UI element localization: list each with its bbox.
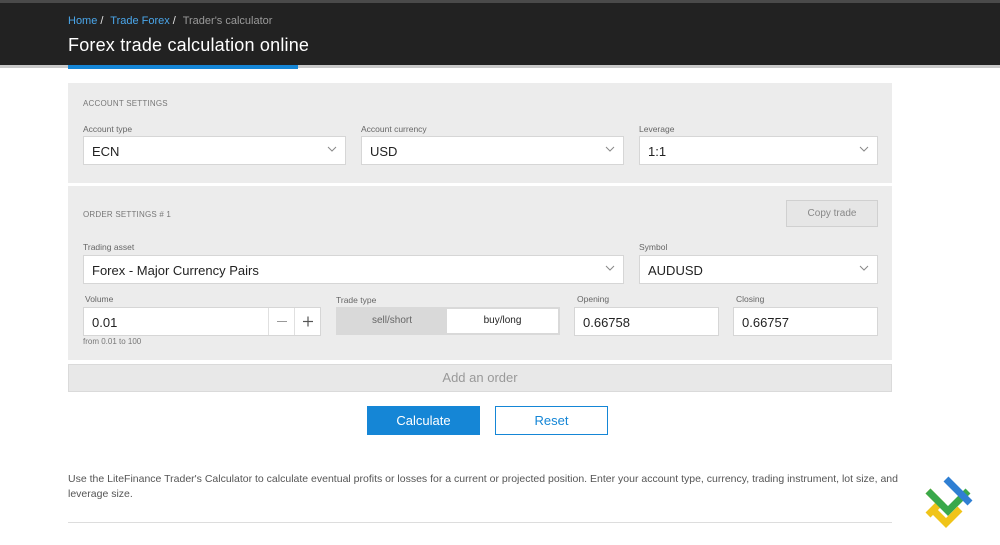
title-underline bbox=[68, 65, 298, 69]
symbol-label: Symbol bbox=[639, 242, 668, 252]
closing-price-field[interactable]: 0.66757 bbox=[733, 307, 878, 336]
breadcrumb-current: Trader's calculator bbox=[182, 15, 273, 27]
leverage-select[interactable]: 1:1 bbox=[639, 136, 878, 165]
chevron-down-icon bbox=[605, 146, 615, 152]
calculate-button[interactable]: Calculate bbox=[367, 406, 480, 435]
litefinance-logo-icon bbox=[925, 476, 973, 528]
closing-price-value: 0.66757 bbox=[742, 315, 789, 330]
leverage-label: Leverage bbox=[639, 124, 675, 134]
breadcrumb: Home / Trade Forex / Trader's calculator bbox=[68, 15, 272, 27]
buy-long-option[interactable]: buy/long bbox=[447, 309, 558, 333]
footer-divider bbox=[68, 522, 892, 523]
account-currency-select[interactable]: USD bbox=[361, 136, 624, 165]
volume-decrement-button[interactable] bbox=[268, 308, 294, 335]
page-title: Forex trade calculation online bbox=[68, 35, 310, 55]
order-settings-heading: ORDER SETTINGS # 1 bbox=[83, 210, 172, 219]
chevron-down-icon bbox=[859, 146, 869, 152]
chevron-down-icon bbox=[605, 265, 615, 271]
volume-stepper: 0.01 bbox=[83, 307, 321, 336]
trading-asset-select[interactable]: Forex - Major Currency Pairs bbox=[83, 255, 624, 284]
account-type-value: ECN bbox=[92, 144, 120, 159]
opening-price-field[interactable]: 0.66758 bbox=[574, 307, 719, 336]
symbol-value: AUDUSD bbox=[648, 263, 703, 278]
account-settings-heading: ACCOUNT SETTINGS bbox=[83, 99, 168, 108]
chevron-down-icon bbox=[327, 146, 337, 152]
breadcrumb-trade-forex-link[interactable]: Trade Forex bbox=[110, 15, 170, 27]
volume-input[interactable]: 0.01 bbox=[92, 315, 117, 330]
calculator-description: Use the LiteFinance Trader's Calculator … bbox=[68, 473, 898, 500]
breadcrumb-separator: / bbox=[100, 15, 104, 27]
page-header: Home / Trade Forex / Trader's calculator F… bbox=[0, 0, 1000, 67]
minus-icon bbox=[277, 321, 287, 322]
account-currency-label: Account currency bbox=[361, 124, 427, 134]
trade-type-toggle: sell/short buy/long bbox=[336, 307, 560, 335]
sell-short-option[interactable]: sell/short bbox=[336, 307, 448, 335]
chevron-down-icon bbox=[859, 265, 869, 271]
reset-button[interactable]: Reset bbox=[495, 406, 608, 435]
account-type-select[interactable]: ECN bbox=[83, 136, 346, 165]
account-settings-panel bbox=[68, 83, 892, 183]
leverage-value: 1:1 bbox=[648, 144, 667, 159]
plus-icon bbox=[303, 316, 313, 327]
copy-trade-button[interactable]: Copy trade bbox=[786, 200, 878, 227]
opening-price-value: 0.66758 bbox=[583, 315, 630, 330]
closing-label: Closing bbox=[736, 294, 765, 304]
trading-asset-label: Trading asset bbox=[83, 242, 135, 252]
trade-type-label: Trade type bbox=[336, 295, 377, 305]
volume-increment-button[interactable] bbox=[294, 308, 320, 335]
breadcrumb-home-link[interactable]: Home bbox=[68, 15, 97, 27]
add-order-button[interactable]: Add an order bbox=[68, 364, 892, 392]
account-type-label: Account type bbox=[83, 124, 133, 134]
trading-asset-value: Forex - Major Currency Pairs bbox=[92, 263, 259, 278]
volume-label: Volume bbox=[85, 294, 114, 304]
breadcrumb-separator: / bbox=[172, 15, 176, 27]
account-currency-value: USD bbox=[370, 144, 398, 159]
symbol-select[interactable]: AUDUSD bbox=[639, 255, 878, 284]
volume-range-hint: from 0.01 to 100 bbox=[83, 337, 142, 346]
opening-label: Opening bbox=[577, 294, 610, 304]
